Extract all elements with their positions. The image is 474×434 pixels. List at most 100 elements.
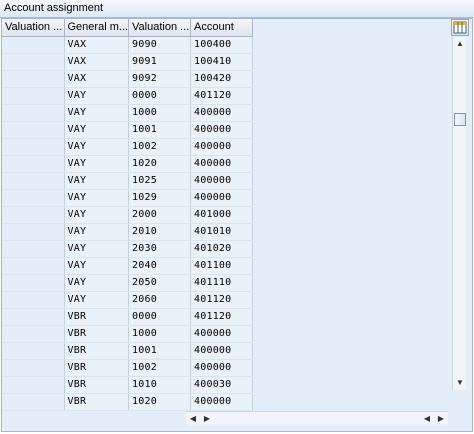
account-cell[interactable]: 400000	[190, 104, 254, 122]
account-cell[interactable]: 400030	[190, 376, 254, 394]
account-cell[interactable]: 100420	[190, 70, 254, 88]
table-row[interactable]: VAY 2000 401000	[2, 206, 254, 224]
table-row[interactable]: VAY 2060 401120	[2, 291, 254, 309]
table-row[interactable]: VAY 1029 400000	[2, 189, 254, 207]
valuation-area-cell[interactable]	[2, 308, 65, 326]
table-row[interactable]: VAY 1000 400000	[2, 104, 254, 122]
column-header-valuation-class[interactable]: Valuation ...	[128, 19, 192, 37]
column-header-account[interactable]: Account	[190, 19, 254, 37]
table-row[interactable]: VBR 1000 400000	[2, 325, 254, 343]
general-modifier-cell[interactable]: VBR	[64, 376, 130, 394]
valuation-area-cell[interactable]	[2, 206, 65, 224]
valuation-area-cell[interactable]	[2, 376, 65, 394]
general-modifier-cell[interactable]: VAY	[64, 257, 130, 275]
general-modifier-cell[interactable]: VAY	[64, 155, 130, 173]
general-modifier-cell[interactable]: VAY	[64, 104, 130, 122]
valuation-class-cell[interactable]: 1020	[128, 393, 192, 411]
table-row[interactable]: VAX 9092 100420	[2, 70, 254, 88]
general-modifier-cell[interactable]: VAX	[64, 36, 130, 54]
scroll-left-end-icon[interactable]: ◀	[420, 412, 434, 425]
general-modifier-cell[interactable]: VAY	[64, 172, 130, 190]
valuation-area-cell[interactable]	[2, 53, 65, 71]
general-modifier-cell[interactable]: VBR	[64, 325, 130, 343]
valuation-area-cell[interactable]	[2, 87, 65, 105]
table-row[interactable]: VAY 2050 401110	[2, 274, 254, 292]
valuation-class-cell[interactable]: 1000	[128, 104, 192, 122]
valuation-class-cell[interactable]: 1010	[128, 376, 192, 394]
general-modifier-cell[interactable]: VAX	[64, 70, 130, 88]
scroll-left-icon[interactable]: ◀	[186, 412, 200, 425]
valuation-area-cell[interactable]	[2, 291, 65, 309]
valuation-class-cell[interactable]: 1020	[128, 155, 192, 173]
account-cell[interactable]: 401120	[190, 87, 254, 105]
table-row[interactable]: VAX 9091 100410	[2, 53, 254, 71]
valuation-area-cell[interactable]	[2, 155, 65, 173]
scroll-up-icon[interactable]: ▲	[453, 37, 467, 51]
general-modifier-cell[interactable]: VBR	[64, 342, 130, 360]
account-cell[interactable]: 100400	[190, 36, 254, 54]
valuation-class-cell[interactable]: 9092	[128, 70, 192, 88]
table-row[interactable]: VAX 9090 100400	[2, 36, 254, 54]
valuation-area-cell[interactable]	[2, 240, 65, 258]
horizontal-scrollbar[interactable]: ◀ ▶ ◀ ▶	[186, 411, 448, 425]
valuation-area-cell[interactable]	[2, 342, 65, 360]
valuation-class-cell[interactable]: 1002	[128, 359, 192, 377]
valuation-class-cell[interactable]: 2010	[128, 223, 192, 241]
general-modifier-cell[interactable]: VAY	[64, 291, 130, 309]
vertical-scroll-thumb[interactable]	[454, 113, 466, 126]
general-modifier-cell[interactable]: VAX	[64, 53, 130, 71]
account-cell[interactable]: 400000	[190, 172, 254, 190]
valuation-class-cell[interactable]: 1029	[128, 189, 192, 207]
column-header-valuation-area[interactable]: Valuation ...	[2, 19, 65, 37]
table-row[interactable]: VAY 1002 400000	[2, 138, 254, 156]
general-modifier-cell[interactable]: VAY	[64, 206, 130, 224]
valuation-class-cell[interactable]: 9091	[128, 53, 192, 71]
table-row[interactable]: VAY 1001 400000	[2, 121, 254, 139]
valuation-class-cell[interactable]: 2030	[128, 240, 192, 258]
valuation-area-cell[interactable]	[2, 138, 65, 156]
valuation-area-cell[interactable]	[2, 274, 65, 292]
account-cell[interactable]: 401100	[190, 257, 254, 275]
scroll-right-icon[interactable]: ▶	[200, 412, 214, 425]
valuation-class-cell[interactable]: 1002	[128, 138, 192, 156]
valuation-class-cell[interactable]: 1000	[128, 325, 192, 343]
column-header-general-modifier[interactable]: General m...	[64, 19, 130, 37]
vertical-scrollbar[interactable]: ▲ ▼	[452, 37, 466, 390]
table-row[interactable]: VBR 1001 400000	[2, 342, 254, 360]
table-row[interactable]: VBR 1010 400030	[2, 376, 254, 394]
table-row[interactable]: VAY 2040 401100	[2, 257, 254, 275]
account-cell[interactable]: 400000	[190, 189, 254, 207]
account-cell[interactable]: 401120	[190, 308, 254, 326]
valuation-class-cell[interactable]: 0000	[128, 87, 192, 105]
table-row[interactable]: VBR 1020 400000	[2, 393, 254, 411]
valuation-area-cell[interactable]	[2, 172, 65, 190]
valuation-class-cell[interactable]: 1001	[128, 342, 192, 360]
account-cell[interactable]: 400000	[190, 138, 254, 156]
valuation-area-cell[interactable]	[2, 223, 65, 241]
valuation-area-cell[interactable]	[2, 36, 65, 54]
account-cell[interactable]: 401120	[190, 291, 254, 309]
valuation-area-cell[interactable]	[2, 393, 65, 411]
account-cell[interactable]: 401010	[190, 223, 254, 241]
table-row[interactable]: VAY 2010 401010	[2, 223, 254, 241]
general-modifier-cell[interactable]: VBR	[64, 308, 130, 326]
valuation-class-cell[interactable]: 1025	[128, 172, 192, 190]
table-row[interactable]: VAY 2030 401020	[2, 240, 254, 258]
general-modifier-cell[interactable]: VAY	[64, 223, 130, 241]
table-row[interactable]: VAY 0000 401120	[2, 87, 254, 105]
account-cell[interactable]: 400000	[190, 359, 254, 377]
scroll-down-icon[interactable]: ▼	[453, 376, 467, 390]
column-settings-button[interactable]	[451, 19, 469, 36]
valuation-area-cell[interactable]	[2, 121, 65, 139]
account-cell[interactable]: 401110	[190, 274, 254, 292]
general-modifier-cell[interactable]: VAY	[64, 121, 130, 139]
account-cell[interactable]: 401020	[190, 240, 254, 258]
valuation-class-cell[interactable]: 1001	[128, 121, 192, 139]
account-cell[interactable]: 400000	[190, 155, 254, 173]
account-cell[interactable]: 401000	[190, 206, 254, 224]
account-cell[interactable]: 400000	[190, 325, 254, 343]
valuation-class-cell[interactable]: 2000	[128, 206, 192, 224]
general-modifier-cell[interactable]: VAY	[64, 87, 130, 105]
valuation-area-cell[interactable]	[2, 104, 65, 122]
table-row[interactable]: VBR 0000 401120	[2, 308, 254, 326]
